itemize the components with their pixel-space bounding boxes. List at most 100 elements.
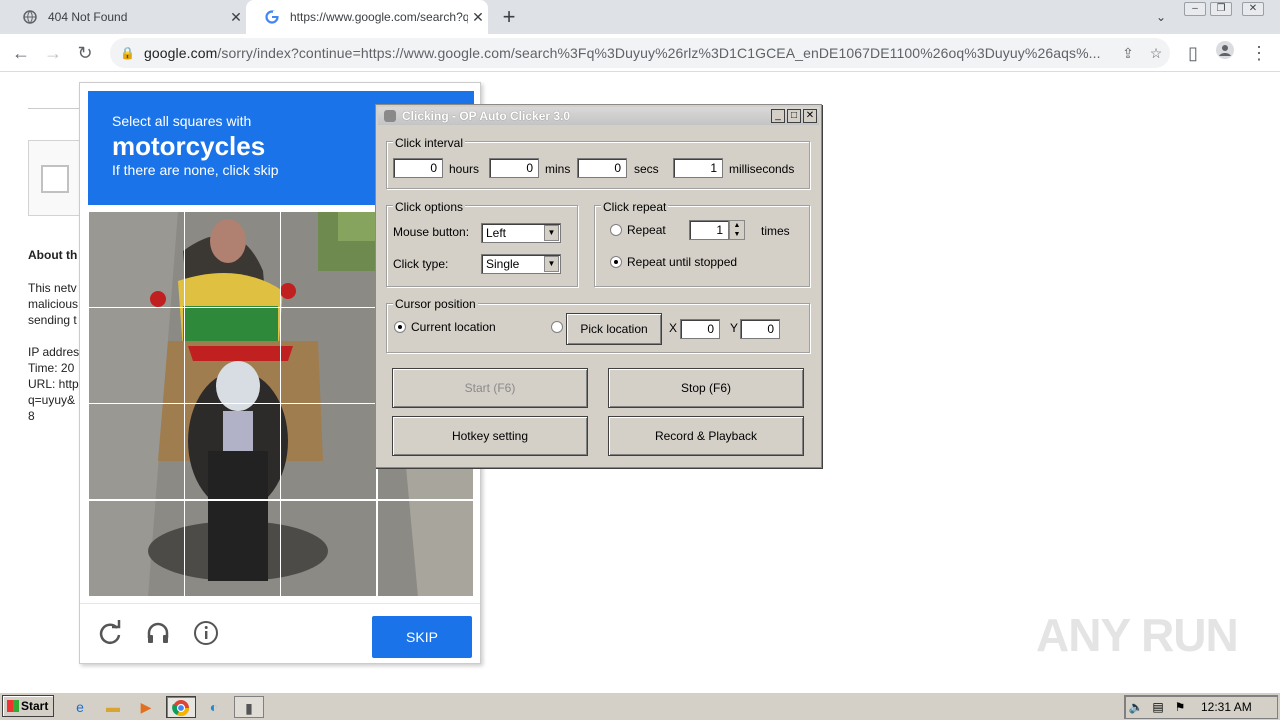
minimize-button[interactable]: _ xyxy=(771,109,785,123)
repeat-spinner[interactable]: ▲ ▼ xyxy=(729,220,745,240)
close-tab-icon[interactable]: ✕ xyxy=(226,9,246,26)
group-label: Click repeat xyxy=(601,200,669,214)
grid-tile[interactable] xyxy=(280,500,377,597)
lock-icon: 🔒 xyxy=(120,46,135,60)
tab-404[interactable]: 404 Not Found ✕ xyxy=(4,0,246,34)
page-body: This netv malicious sending t IP addres … xyxy=(28,281,80,423)
edge-icon[interactable]: ◐ xyxy=(202,696,226,718)
click-type-label: Click type: xyxy=(393,257,449,271)
grid-tile[interactable] xyxy=(184,307,281,404)
new-tab-button[interactable]: + xyxy=(496,4,522,30)
group-label: Cursor position xyxy=(393,297,478,311)
pick-location-radio[interactable] xyxy=(551,321,563,333)
headphones-icon[interactable] xyxy=(143,620,173,650)
chevron-down-icon: ▼ xyxy=(544,256,559,272)
x-input[interactable]: 0 xyxy=(680,319,720,339)
mouse-button-label: Mouse button: xyxy=(393,225,470,239)
grid-tile[interactable] xyxy=(184,500,281,597)
current-location-label: Current location xyxy=(411,320,496,334)
repeat-until-stopped-radio[interactable] xyxy=(610,256,622,268)
chevron-down-icon: ▼ xyxy=(544,225,559,241)
repeat-until-stopped-label: Repeat until stopped xyxy=(627,255,738,269)
chevron-down-icon[interactable]: ⌄ xyxy=(1150,6,1172,28)
mouse-icon[interactable]: ▮ xyxy=(234,696,264,718)
grid-tile[interactable] xyxy=(377,500,474,597)
restore-button[interactable]: ❐ xyxy=(1210,2,1232,16)
maximize-button[interactable]: □ xyxy=(787,109,801,123)
grid-tile[interactable] xyxy=(88,500,185,597)
folder-icon[interactable]: ▬ xyxy=(101,696,125,718)
close-tab-icon[interactable]: ✕ xyxy=(468,9,488,26)
skip-button[interactable]: SKIP xyxy=(372,616,472,658)
network-icon[interactable]: ▤ xyxy=(1147,700,1169,714)
window-titlebar[interactable]: Clicking - OP Auto Clicker 3.0 _ □ ✕ xyxy=(378,107,819,125)
address-bar[interactable]: 🔒 google.com/sorry/index?continue=https:… xyxy=(110,38,1170,68)
grid-tile[interactable] xyxy=(280,307,377,404)
media-player-icon[interactable]: ▶ xyxy=(134,696,158,718)
current-location-radio[interactable] xyxy=(394,321,406,333)
ie-icon[interactable]: e xyxy=(68,696,92,718)
windows-logo-icon xyxy=(7,700,19,712)
forward-icon[interactable]: → xyxy=(40,40,66,66)
record-playback-button[interactable]: Record & Playback xyxy=(608,416,804,456)
repeat-count-input[interactable]: 1 xyxy=(689,220,729,240)
info-icon[interactable] xyxy=(191,620,221,650)
hours-label: hours xyxy=(449,162,480,176)
y-input[interactable]: 0 xyxy=(740,319,780,339)
mouse-button-select[interactable]: Left ▼ xyxy=(481,223,561,243)
repeat-radio[interactable] xyxy=(610,224,622,236)
anyrun-watermark: ANY RUN xyxy=(1036,609,1239,661)
share-icon[interactable]: ⇪ xyxy=(1114,45,1142,62)
menu-icon[interactable]: ⋮ xyxy=(1246,40,1272,66)
grid-tile[interactable] xyxy=(88,307,185,404)
stop-button[interactable]: Stop (F6) xyxy=(608,368,804,408)
milliseconds-label: milliseconds xyxy=(729,162,795,176)
times-label: times xyxy=(761,224,790,238)
flag-icon[interactable]: ⚑ xyxy=(1169,700,1191,714)
recaptcha-checkbox[interactable] xyxy=(41,165,69,193)
chrome-icon[interactable] xyxy=(166,696,196,718)
browser-toolbar: ← → ↻ 🔒 google.com/sorry/index?continue=… xyxy=(0,34,1280,72)
hours-input[interactable]: 0 xyxy=(393,158,443,178)
globe-icon xyxy=(22,9,38,25)
reload-icon[interactable]: ↻ xyxy=(72,40,98,66)
y-label: Y xyxy=(730,321,739,335)
close-button[interactable]: ✕ xyxy=(803,109,817,123)
grid-tile[interactable] xyxy=(280,211,377,308)
tab-title: https://www.google.com/search?q= xyxy=(290,10,468,24)
clock[interactable]: 12:31 AM xyxy=(1201,700,1252,714)
pick-location-button[interactable]: Pick location xyxy=(566,313,662,345)
minimize-button[interactable]: – xyxy=(1184,2,1206,16)
start-button[interactable]: Start (F6) xyxy=(392,368,588,408)
milliseconds-input[interactable]: 1 xyxy=(673,158,723,178)
taskbar: Start e ▬ ▶ ◐ ▮ 🔈 ▤ ⚑ 12:31 AM xyxy=(0,692,1280,720)
back-icon[interactable]: ← xyxy=(8,40,34,66)
group-label: Click options xyxy=(393,200,466,214)
grid-tile[interactable] xyxy=(184,211,281,308)
close-window-button[interactable]: ✕ xyxy=(1242,2,1264,16)
reload-icon[interactable] xyxy=(95,620,125,650)
grid-tile[interactable] xyxy=(280,403,377,500)
url-text: google.com/sorry/index?continue=https://… xyxy=(144,45,1101,61)
grid-tile[interactable] xyxy=(88,211,185,308)
hotkey-setting-button[interactable]: Hotkey setting xyxy=(392,416,588,456)
secs-input[interactable]: 0 xyxy=(577,158,627,178)
tab-google-search[interactable]: https://www.google.com/search?q= ✕ xyxy=(246,0,488,34)
google-icon xyxy=(264,9,280,25)
grid-tile[interactable] xyxy=(88,403,185,500)
click-options-group xyxy=(386,205,578,287)
start-button[interactable]: Start xyxy=(2,695,54,717)
tab-title: 404 Not Found xyxy=(48,10,128,24)
grid-tile[interactable] xyxy=(184,403,281,500)
click-repeat-group xyxy=(594,205,810,287)
captcha-footer: SKIP xyxy=(80,603,480,663)
repeat-label: Repeat xyxy=(627,223,666,237)
volume-icon[interactable]: 🔈 xyxy=(1125,700,1147,714)
profile-icon[interactable] xyxy=(1212,40,1238,66)
window-title: Clicking - OP Auto Clicker 3.0 xyxy=(402,109,571,123)
group-label: Click interval xyxy=(393,136,466,150)
star-icon[interactable]: ☆ xyxy=(1142,45,1170,62)
mins-input[interactable]: 0 xyxy=(489,158,539,178)
side-panel-icon[interactable]: ▯ xyxy=(1180,40,1206,66)
click-type-select[interactable]: Single ▼ xyxy=(481,254,561,274)
